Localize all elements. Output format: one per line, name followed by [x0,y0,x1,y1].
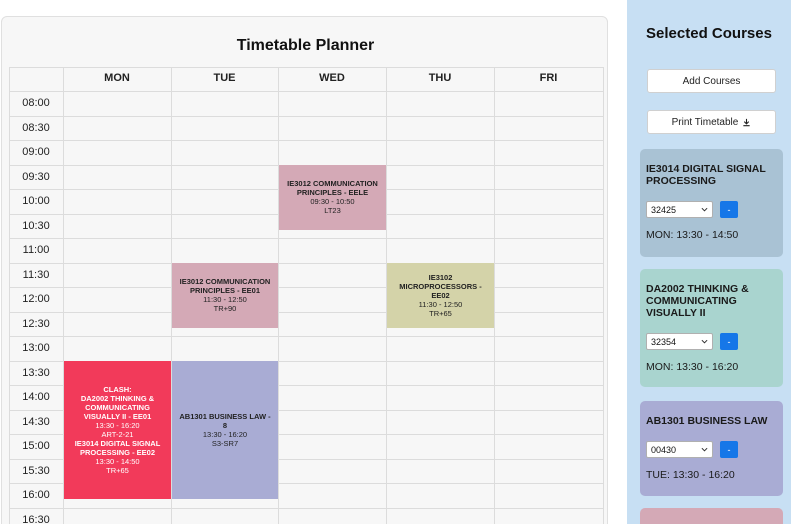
time-label: 11:00 [22,244,50,256]
download-icon [743,118,750,126]
slot-title: IE3014 DIGITAL SIGNAL PROCESSING - EE02 [74,438,161,457]
course-card: IE3014 DIGITAL SIGNAL PROCESSING 32425 - MO… [640,149,783,257]
course-card: AB1301 BUSINESS LAW 00430 - TUE: 13:30 - 16… [640,401,783,496]
slot-detail: ART-2-21 [101,429,134,439]
course-title: IE3014 DIGITAL SIGNAL PROCESSING [646,163,766,188]
planner-title: Timetable Planner [236,37,375,54]
slot-title: DA2002 THINKING & COMMUNICATING VISUALLY… [80,393,155,421]
time-label: 15:00 [22,440,50,452]
index-select[interactable]: 32425 [646,201,713,218]
course-time: MON: 13:30 - 14:50 [646,229,739,241]
app-root: Timetable Planner MON TUE WED THU FRI 08:00 08… [0,0,791,524]
grid-row-line [9,262,603,264]
slot-title: IE3012 COMMUNICATION PRINCIPLES - EE01 [179,277,271,296]
slot-detail: 11:30 - 12:50 [418,299,463,309]
day-header-wed: WED [319,72,345,84]
slot-detail: TR+65 [429,308,452,318]
print-timetable-label: Print Timetable [671,116,739,128]
grid-row-line [9,311,603,313]
time-label: 10:00 [22,195,50,207]
slot-title: IE3102 MICROPROCESSORS - EE02 [399,272,482,300]
day-header-thu: THU [428,72,452,84]
slot-detail: TR+90 [213,304,237,314]
selected-courses-panel: Selected Courses Add Courses Print Timet… [627,0,791,524]
slot-title: IE3012 COMMUNICATION PRINCIPLES - EELE [287,179,378,198]
time-label: 11:30 [22,268,50,281]
grid-row-line [9,67,603,68]
time-label: 16:00 [22,489,50,501]
day-header-tue: TUE [213,72,236,84]
slot-detail: TR+65 [106,465,129,475]
grid-row-line [9,140,603,141]
day-header-fri: FRI [539,72,558,84]
course-card [640,508,783,524]
grid-row-line [9,238,603,239]
panel-title: Selected Courses [646,25,772,42]
time-label: 13:30 [22,366,50,379]
course-card: DA2002 THINKING & COMMUNICATING VISUALLY… [640,269,783,387]
index-select[interactable]: 00430 [646,441,713,458]
index-select[interactable]: 32354 [646,333,713,350]
print-timetable-button[interactable]: Print Timetable [647,110,776,134]
grid-col-line [278,67,279,524]
index-value: 00430 [651,444,677,455]
slot-detail: S3-SR7 [211,438,239,448]
remove-course-button[interactable]: - [720,201,738,218]
slot-detail: 09:30 - 10:50 [310,197,355,207]
index-value: 32425 [651,204,677,215]
grid-row-line [9,287,603,288]
time-label: 12:30 [22,317,50,330]
chevron-down-icon [701,207,708,212]
grid-row-line [9,115,603,117]
grid-col-line [603,67,604,524]
slot-title: CLASH: [103,384,132,394]
slot-detail: 13:30 - 14:50 [95,456,140,466]
chevron-down-icon [701,447,708,452]
add-courses-button[interactable]: Add Courses [647,69,776,93]
course-slot[interactable]: IE3012 COMMUNICATION PRINCIPLES - EELE 09… [279,164,386,230]
time-label: 16:30 [22,513,50,524]
slot-detail: 13:30 - 16:20 [95,420,140,430]
grid-col-line [494,67,495,524]
grid-row-line [9,336,603,337]
course-slot[interactable]: IE3012 COMMUNICATION PRINCIPLES - EE01 11… [172,262,278,328]
course-slot[interactable]: IE3102 MICROPROCESSORS - EE02 11:30 - 12:… [387,262,494,328]
course-slot[interactable]: AB1301 BUSINESS LAW - 8 13:30 - 16:20 S3-S… [172,360,278,500]
slot-title: AB1301 BUSINESS LAW - 8 [179,411,271,430]
time-label: 14:30 [22,415,50,428]
time-label: 09:00 [22,146,50,158]
course-title: DA2002 THINKING & COMMUNICATING VISUALLY… [646,283,749,320]
add-courses-label: Add Courses [682,75,741,87]
time-label: 09:30 [22,170,50,183]
clash-slot[interactable]: CLASH: DA2002 THINKING & COMMUNICATING VI… [64,360,171,500]
remove-course-button[interactable]: - [720,333,738,350]
day-header-mon: MON [104,72,130,84]
time-label: 10:30 [22,219,50,232]
index-value: 32354 [651,336,677,347]
grid-row-line [9,91,603,92]
time-label: 08:00 [22,97,50,109]
course-title: AB1301 BUSINESS LAW [646,415,768,427]
time-label: 12:00 [22,293,50,305]
grid-row-line [9,507,603,509]
slot-detail: 11:30 - 12:50 [203,295,247,305]
time-label: 15:30 [22,464,50,477]
course-time: TUE: 13:30 - 16:20 [646,469,735,481]
remove-course-button[interactable]: - [720,441,738,458]
time-label: 14:00 [22,391,50,403]
time-label: 08:30 [22,121,50,134]
time-label: 13:00 [22,342,50,354]
slot-detail: LT23 [324,206,341,216]
timetable-planner: Timetable Planner MON TUE WED THU FRI 08:00 08… [1,16,608,524]
chevron-down-icon [701,339,708,344]
slot-detail: 13:30 - 16:20 [202,429,248,439]
course-time: MON: 13:30 - 16:20 [646,361,739,373]
